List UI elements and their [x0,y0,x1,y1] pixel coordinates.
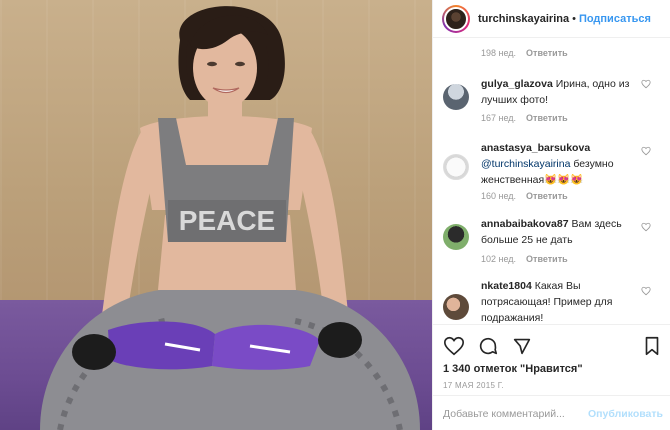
like-comment-heart-icon[interactable] [641,222,651,232]
like-comment-heart-icon[interactable] [641,146,651,156]
commenter-avatar[interactable] [443,154,469,180]
like-comment-heart-icon[interactable] [641,79,651,89]
share-icon[interactable] [511,335,533,357]
comment-input[interactable] [443,405,593,423]
comment-text: nkate1804 Какая Вы потрясающая! Пример д… [481,278,649,324]
commenter-avatar[interactable] [443,294,469,320]
comment-meta: 198 нед. Ответить [481,48,568,58]
comment-text: gulya_glazova Ирина, одно из лучших фото… [481,76,649,108]
commenter-avatar[interactable] [443,84,469,110]
comment-time: 198 нед. [481,48,517,58]
comment-meta: 160 нед. Ответить [481,191,568,201]
comment-icon[interactable] [477,335,499,357]
post-date: 17 МАЯ 2015 Г. [443,381,504,390]
comment-time: 167 нед. [481,113,517,123]
post-actions: 1 340 отметок "Нравится" 17 МАЯ 2015 Г. … [433,324,670,430]
heart-icon[interactable] [443,335,465,357]
comment-text: annabaibakova87 Вам здесь больше 25 не д… [481,216,649,248]
reply-button[interactable]: Ответить [526,113,568,123]
commenter-username[interactable]: nkate1804 [481,280,532,292]
likes-count[interactable]: 1 340 отметок "Нравится" [443,363,583,375]
comment-meta: 167 нед. Ответить [481,113,568,123]
commenter-username[interactable]: annabaibakova87 [481,218,569,230]
reply-button[interactable]: Ответить [526,254,568,264]
comment-time: 160 нед. [481,191,517,201]
post-side-panel: turchinskayairina • Подписаться 198 нед.… [432,0,670,430]
comment-mention[interactable]: @turchinskayairina [481,158,570,170]
bookmark-icon[interactable] [641,335,663,357]
add-comment-bar: Опубликовать [433,395,670,430]
comments-list[interactable]: 198 нед. Ответить gulya_glazova Ирина, о… [433,38,670,324]
commenter-username[interactable]: anastasya_barsukova [481,142,590,154]
author-username[interactable]: turchinskayairina [478,13,569,25]
woman-illustration: PEACE [40,6,420,430]
post-header: turchinskayairina • Подписаться [433,0,670,38]
commenter-avatar[interactable] [443,224,469,250]
comment-time: 102 нед. [481,254,517,264]
reply-button[interactable]: Ответить [526,48,568,58]
publish-button[interactable]: Опубликовать [588,408,663,420]
reply-button[interactable]: Ответить [526,191,568,201]
separator-dot: • [572,12,576,25]
author-avatar[interactable] [442,4,470,33]
follow-button[interactable]: Подписаться [579,13,651,25]
comment-text: anastasya_barsukova @turchinskayairina б… [481,140,649,188]
post-photo[interactable]: PEACE [0,0,432,430]
shirt-print: PEACE [179,205,275,236]
action-icons [443,335,533,357]
commenter-username[interactable]: gulya_glazova [481,78,553,90]
like-comment-heart-icon[interactable] [641,286,651,296]
comment-meta: 102 нед. Ответить [481,254,568,264]
